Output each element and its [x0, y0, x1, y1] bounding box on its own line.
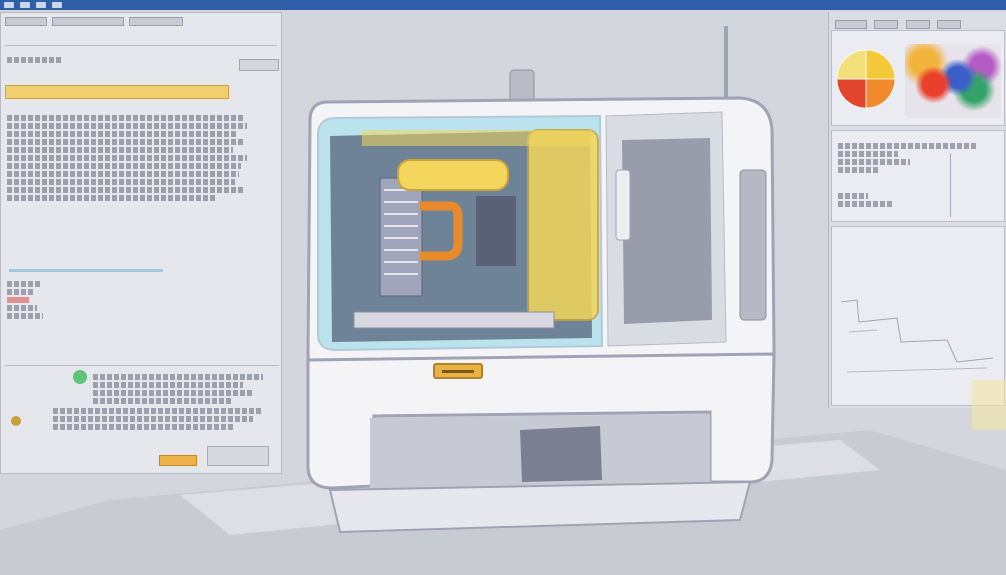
tab-strip[interactable] — [5, 35, 277, 46]
side-list — [7, 279, 47, 321]
color-swatch-icon[interactable] — [11, 416, 21, 426]
toolbar-button[interactable] — [128, 17, 183, 26]
pie-slice — [865, 78, 896, 109]
toolbar-button[interactable] — [937, 20, 962, 29]
pie-slice — [836, 49, 867, 80]
status-indicator-icon — [73, 370, 87, 384]
edge-highlight — [972, 380, 1006, 430]
toolbar-button[interactable] — [905, 20, 930, 29]
action-button[interactable] — [159, 455, 197, 466]
highlighted-title-bar[interactable] — [5, 85, 229, 99]
toolbar-button[interactable] — [835, 20, 867, 29]
pie-slice — [865, 49, 896, 80]
window-toolbar-icon[interactable] — [52, 2, 62, 8]
document-text-block — [7, 113, 249, 203]
right-analytics-panel — [828, 12, 1006, 408]
progress-bar — [9, 269, 163, 272]
sketch-plot — [840, 299, 994, 373]
pie-chart-icon — [835, 48, 897, 110]
window-toolbar-icon[interactable] — [20, 2, 30, 8]
preview-thumbnail[interactable] — [207, 446, 269, 466]
pie-slice — [836, 78, 867, 109]
window-toolbar-icon[interactable] — [36, 2, 46, 8]
machine-label-plate — [433, 363, 483, 379]
panel-toolbar — [5, 17, 275, 28]
panel-header-text — [7, 55, 63, 65]
window-toolbar-icon[interactable] — [4, 2, 14, 8]
toolbar-button[interactable] — [874, 20, 899, 29]
toolbar-button[interactable] — [51, 17, 124, 26]
toolbar-button[interactable] — [5, 17, 47, 26]
stats-card — [831, 130, 1005, 222]
os-titlebar — [0, 0, 1006, 10]
right-toolbar — [835, 16, 1003, 29]
machine-illustration — [270, 20, 810, 565]
left-document-panel — [0, 12, 282, 474]
heatmap-icon — [905, 44, 1001, 118]
